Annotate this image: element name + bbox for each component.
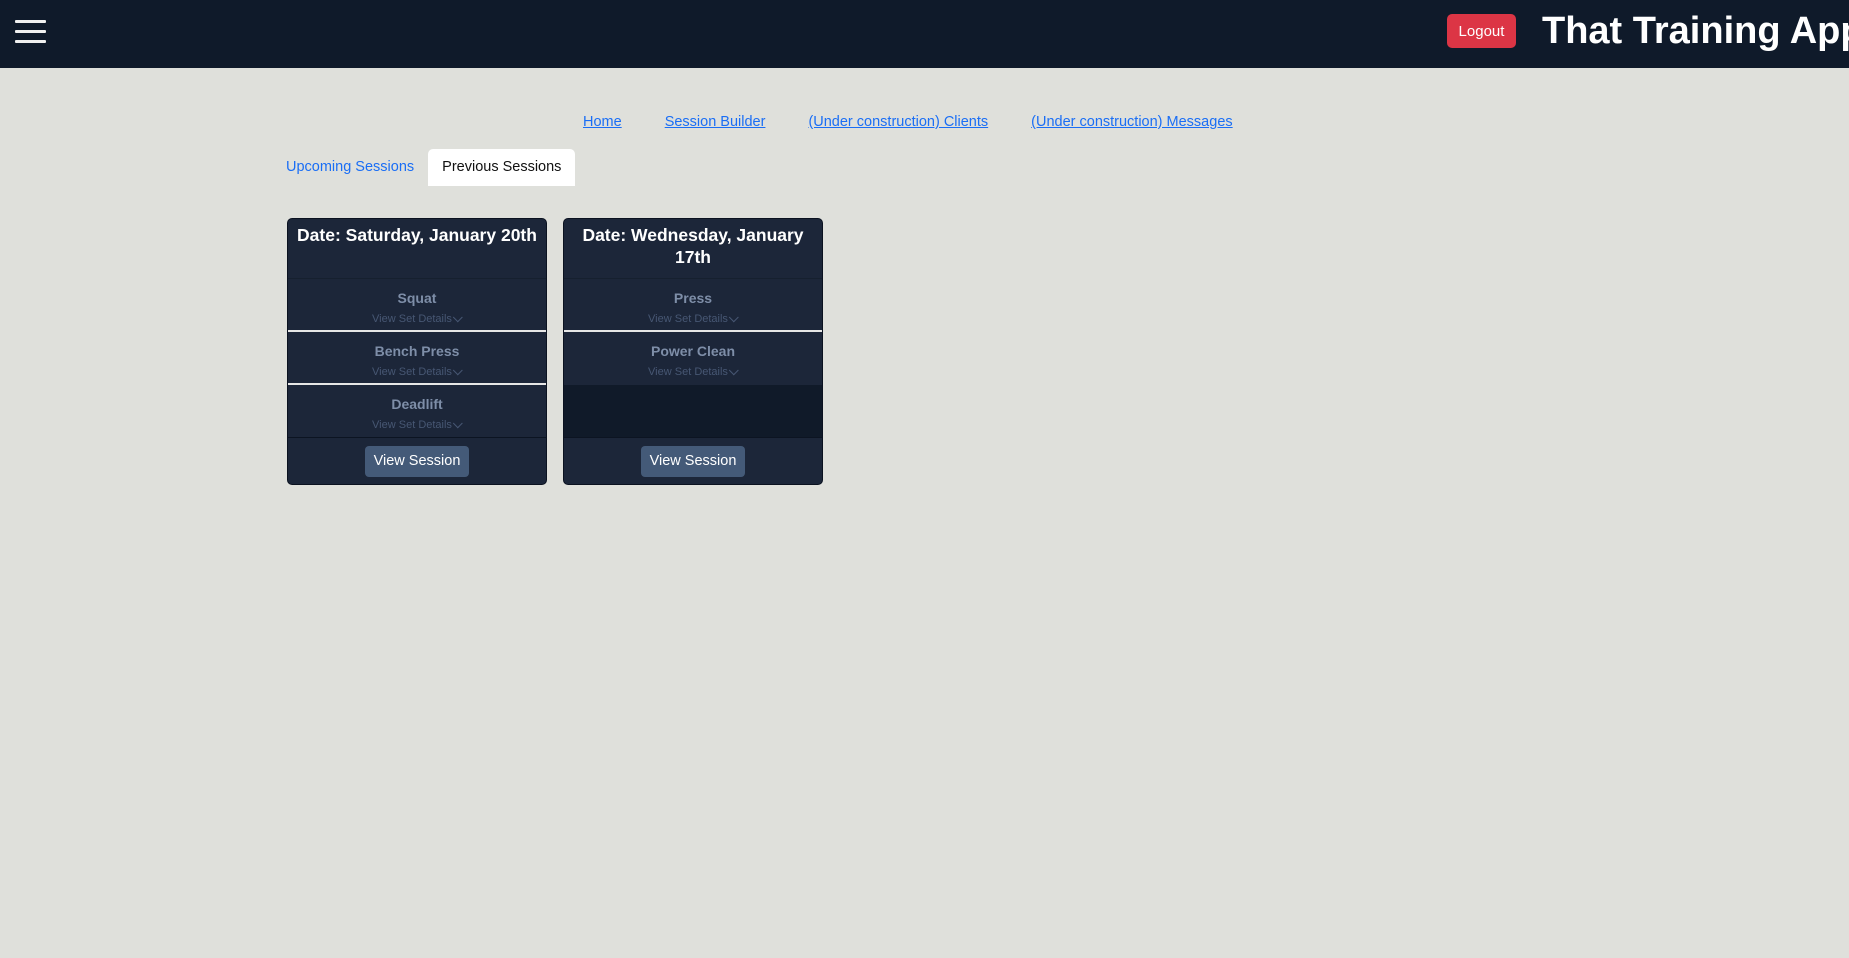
hamburger-line [15, 40, 46, 43]
empty-exercise-slot [564, 385, 822, 438]
exercise-name: Bench Press [374, 343, 460, 359]
chevron-down-icon [728, 311, 739, 322]
exercise-name: Squat [397, 290, 437, 306]
exercise-item: Bench Press View Set Details [288, 332, 546, 385]
exercise-item: Press View Set Details [564, 279, 822, 332]
app-title: That Training App [1542, 10, 1849, 52]
session-date: Date: Saturday, January 20th [288, 219, 546, 279]
view-set-details-toggle[interactable]: View Set Details [372, 311, 463, 326]
chevron-down-icon [452, 311, 463, 322]
view-session-button[interactable]: View Session [364, 445, 470, 477]
exercise-item: Power Clean View Set Details [564, 332, 822, 385]
session-tabs: Upcoming Sessions Previous Sessions [272, 149, 576, 186]
chevron-down-icon [452, 417, 463, 428]
session-cards: Date: Saturday, January 20th Squat View … [287, 218, 823, 485]
exercise-name: Power Clean [650, 343, 736, 359]
card-footer: View Session [564, 438, 822, 484]
hamburger-line [15, 20, 46, 23]
view-set-details-toggle[interactable]: View Set Details [372, 364, 463, 379]
tab-previous-sessions[interactable]: Previous Sessions [428, 149, 576, 186]
tab-upcoming-sessions[interactable]: Upcoming Sessions [272, 149, 428, 186]
nav-link-messages[interactable]: (Under construction) Messages [1031, 114, 1232, 134]
view-set-details-label: View Set Details [372, 419, 452, 431]
main-nav: Home Session Builder (Under construction… [583, 114, 1233, 134]
session-date: Date: Wednesday, January 17th [564, 219, 822, 279]
nav-link-home[interactable]: Home [583, 114, 622, 134]
chevron-down-icon [452, 364, 463, 375]
view-set-details-toggle[interactable]: View Set Details [648, 364, 739, 379]
hamburger-line [15, 30, 46, 33]
hamburger-menu-icon[interactable] [14, 18, 48, 46]
exercise-item: Deadlift View Set Details [288, 385, 546, 438]
session-card: Date: Saturday, January 20th Squat View … [287, 218, 547, 485]
card-footer: View Session [288, 438, 546, 484]
view-set-details-label: View Set Details [648, 313, 728, 325]
top-navbar: Logout That Training App [0, 0, 1849, 68]
logout-button[interactable]: Logout [1447, 14, 1516, 48]
view-set-details-label: View Set Details [372, 313, 452, 325]
nav-link-session-builder[interactable]: Session Builder [665, 114, 766, 134]
exercise-item: Squat View Set Details [288, 279, 546, 332]
exercise-name: Deadlift [391, 396, 443, 412]
exercise-name: Press [673, 290, 713, 306]
view-set-details-label: View Set Details [372, 366, 452, 378]
session-card: Date: Wednesday, January 17th Press View… [563, 218, 823, 485]
view-set-details-toggle[interactable]: View Set Details [648, 311, 739, 326]
view-set-details-toggle[interactable]: View Set Details [372, 417, 463, 432]
view-set-details-label: View Set Details [648, 366, 728, 378]
nav-link-clients[interactable]: (Under construction) Clients [808, 114, 988, 134]
view-session-button[interactable]: View Session [640, 445, 746, 477]
chevron-down-icon [728, 364, 739, 375]
